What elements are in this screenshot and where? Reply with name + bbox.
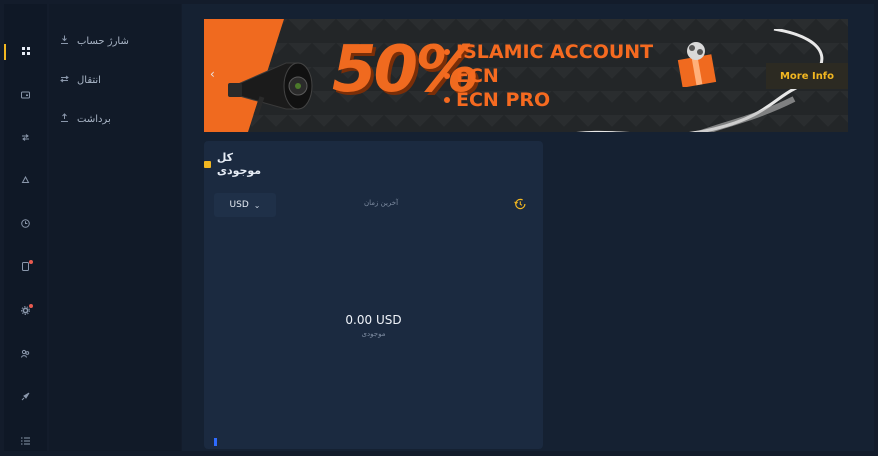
subnav-item-transfer[interactable]: انتقال: [59, 69, 169, 91]
rail-item-dashboard[interactable]: [4, 38, 47, 66]
rail-item-recycle[interactable]: [4, 168, 47, 196]
rail-item-menu[interactable]: [4, 428, 47, 456]
recycle-icon: [21, 175, 30, 188]
gift-icon: [677, 42, 717, 87]
people-icon: [21, 349, 30, 361]
notification-badge: [29, 260, 33, 264]
grid-icon: [21, 46, 30, 58]
balance-amount-label: موجودی: [361, 330, 386, 338]
icon-rail: [4, 4, 47, 451]
clock-icon: [21, 219, 30, 231]
rail-item-transfer[interactable]: [4, 125, 47, 153]
deposit-icon: [59, 35, 69, 47]
promo-banner[interactable]: ‹ 50% ISLAMIC ACCOUNT ECN ECN PRO More I…: [204, 19, 848, 132]
sub-navigation: شارژ حساب انتقال برداشت: [49, 4, 181, 451]
notification-badge: [29, 304, 33, 308]
subnav-label-withdraw: برداشت: [77, 113, 111, 125]
balance-amount: 0.00 USD: [345, 313, 402, 327]
rail-item-referral[interactable]: [4, 341, 47, 369]
currency-value: USD: [229, 200, 249, 210]
chevron-down-icon: ⌄: [253, 200, 261, 210]
total-balance-card: کل موجودی USD ⌄ آخرین زمان 0.00 USD موجو…: [204, 141, 543, 449]
settings-icon: [21, 306, 30, 318]
wallet-icon: [204, 160, 211, 168]
list-icon: [21, 437, 30, 448]
subnav-label-deposit: شارژ حساب: [77, 35, 129, 47]
transfer-icon: [21, 134, 30, 144]
rail-item-promotions[interactable]: [4, 384, 47, 412]
more-info-button[interactable]: More Info: [766, 63, 848, 89]
main-content: ‹ 50% ISLAMIC ACCOUNT ECN ECN PRO More I…: [182, 4, 874, 451]
card-title: کل موجودی: [216, 151, 262, 177]
subnav-label-transfer: انتقال: [77, 74, 101, 86]
currency-select[interactable]: USD ⌄: [214, 193, 276, 217]
megaphone-icon: [228, 62, 313, 116]
transfer-icon: [59, 75, 69, 86]
rail-item-history[interactable]: [4, 211, 47, 239]
subnav-item-deposit[interactable]: شارژ حساب: [59, 30, 169, 52]
history-icon[interactable]: [514, 198, 526, 210]
rail-item-settings[interactable]: [4, 298, 47, 326]
rail-item-wallet[interactable]: [4, 82, 47, 110]
subnav-item-withdraw[interactable]: برداشت: [59, 108, 169, 130]
rocket-icon: [21, 392, 30, 404]
last-time-label: آخرین زمان: [364, 199, 399, 207]
wallet-icon: [21, 91, 30, 102]
rail-item-documents[interactable]: [4, 254, 47, 282]
banner-prev-arrow[interactable]: ‹: [210, 67, 215, 81]
document-icon: [21, 262, 30, 274]
card-header: کل موجودی: [204, 151, 272, 177]
scroll-indicator: [214, 438, 217, 446]
withdraw-icon: [59, 113, 69, 125]
